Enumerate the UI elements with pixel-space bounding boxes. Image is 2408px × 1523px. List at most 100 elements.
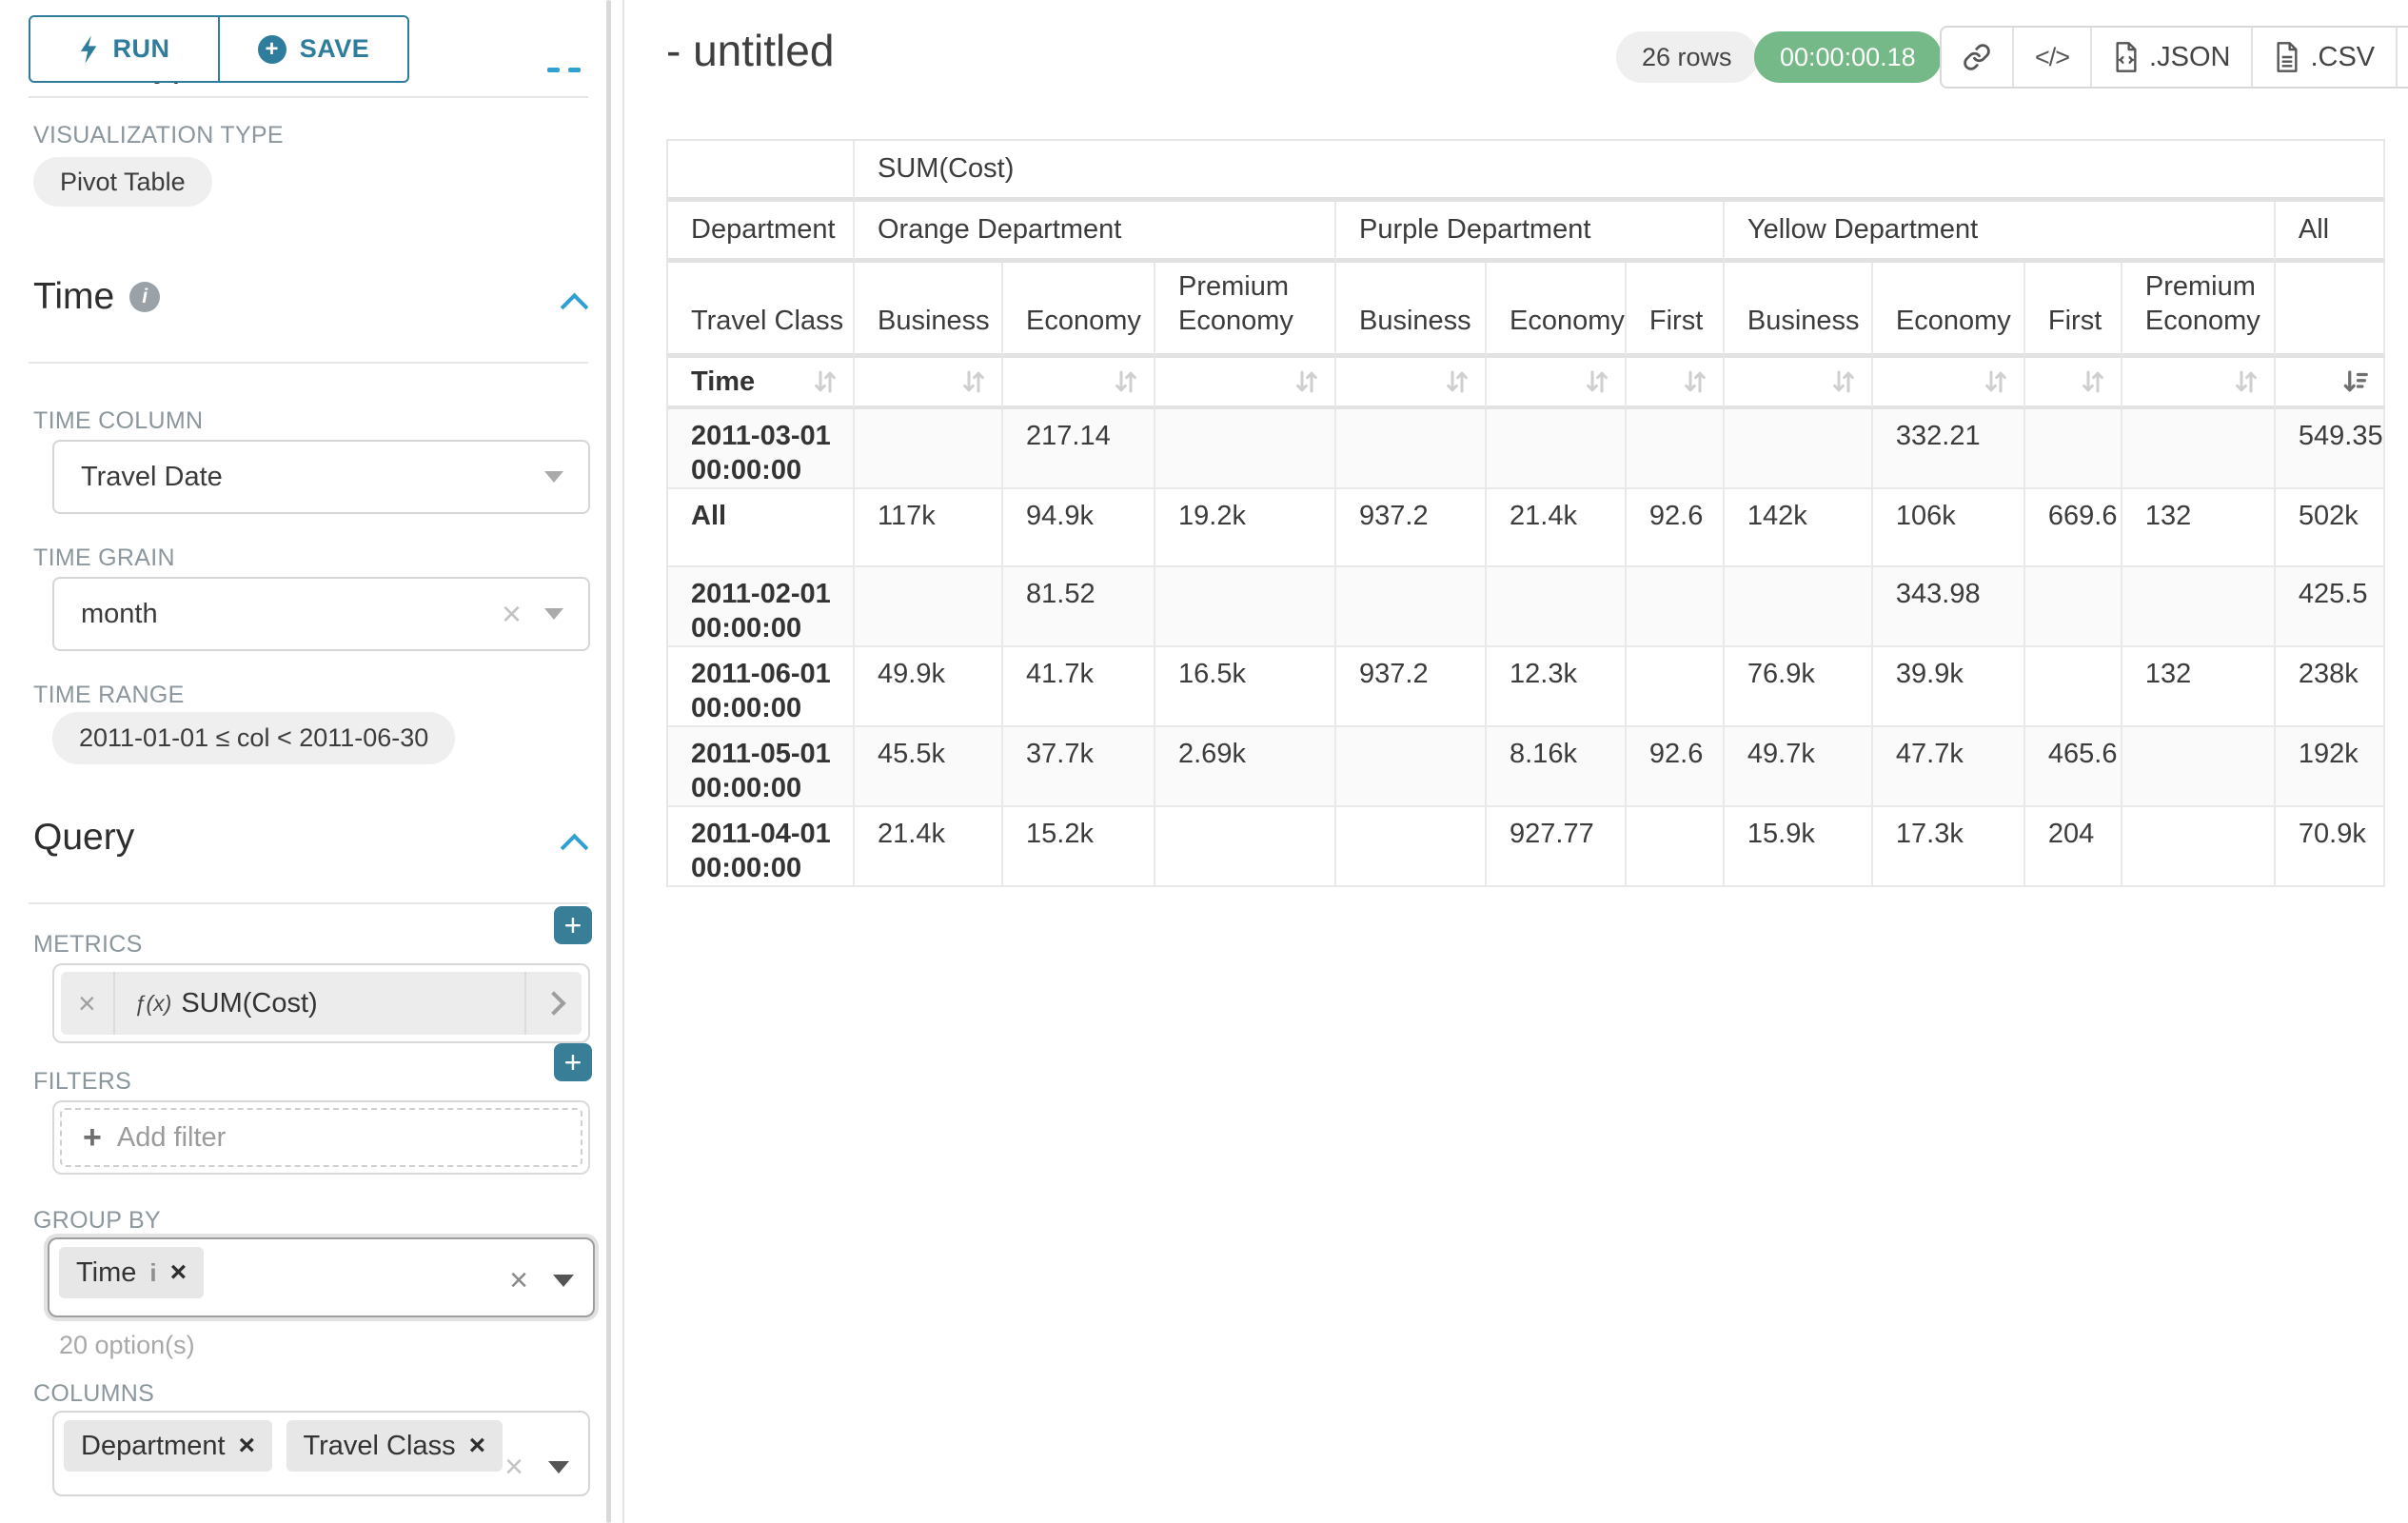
pivot-cell <box>1627 409 1725 489</box>
pivot-cell <box>1155 409 1336 489</box>
chevron-up-icon[interactable] <box>561 834 589 862</box>
sort-header-cell[interactable] <box>2025 358 2122 409</box>
save-button-label: SAVE <box>300 34 370 64</box>
sort-icon <box>1112 367 1140 396</box>
run-button-label: RUN <box>113 34 170 64</box>
pivot-cell <box>855 409 1003 489</box>
pivot-cell: 16.5k <box>1155 647 1336 727</box>
clear-icon[interactable]: × <box>504 1451 523 1483</box>
add-filter-dropzone[interactable]: + Add filter <box>60 1108 582 1167</box>
chip-label: Department <box>81 1431 226 1462</box>
time-range-pill[interactable]: 2011-01-01 ≤ col < 2011-06-30 <box>52 712 455 764</box>
travel-class-cell: Premium Economy <box>2122 263 2276 358</box>
table-row: 2011-06-01 00:00:0049.9k41.7k16.5k937.21… <box>668 647 2385 727</box>
pivot-cell <box>2122 807 2276 887</box>
sort-header-cell[interactable] <box>1725 358 1873 409</box>
visualization-type-pill[interactable]: Pivot Table <box>33 157 212 207</box>
remove-chip-icon[interactable]: × <box>469 1430 486 1462</box>
pivot-cell: 94.9k <box>1003 489 1155 567</box>
metric-header-cell: SUM(Cost) <box>855 141 2385 202</box>
export-csv-button[interactable]: .CSV <box>2251 28 2396 87</box>
remove-chip-icon[interactable]: × <box>239 1430 256 1462</box>
add-metric-button[interactable]: + <box>554 906 592 944</box>
info-icon[interactable]: i <box>149 1258 156 1288</box>
pivot-cell <box>1487 409 1627 489</box>
info-icon[interactable]: i <box>129 282 160 312</box>
expand-metric-button[interactable] <box>524 972 582 1035</box>
chevron-up-icon[interactable] <box>561 293 589 322</box>
columns-label: COLUMNS <box>33 1380 154 1408</box>
sort-header-cell[interactable] <box>2122 358 2276 409</box>
columns-chip-travel-class[interactable]: Travel Class × <box>286 1420 503 1472</box>
department-dim-label: Department <box>668 202 855 263</box>
sort-icon <box>1982 367 2010 396</box>
time-range-label: TIME RANGE <box>33 682 185 709</box>
pivot-cell <box>1155 807 1336 887</box>
group-by-select[interactable]: Time i × × <box>48 1237 595 1317</box>
group-by-label: GROUP BY <box>33 1207 161 1235</box>
sort-header-cell[interactable] <box>1873 358 2025 409</box>
menu-button[interactable] <box>2396 28 2408 87</box>
travel-class-cell: Business <box>1336 263 1487 358</box>
save-button[interactable]: + SAVE <box>219 15 409 83</box>
travel-class-cell: Economy <box>1873 263 2025 358</box>
query-section-title: Query <box>33 817 134 859</box>
time-grain-label: TIME GRAIN <box>33 544 175 572</box>
time-column-select[interactable]: Travel Date <box>52 440 590 514</box>
filters-box: + Add filter <box>52 1100 590 1175</box>
pivot-cell: 81.52 <box>1003 567 1155 647</box>
chevron-down-icon[interactable] <box>548 1461 569 1474</box>
sort-header-cell[interactable] <box>1336 358 1487 409</box>
remove-chip-icon[interactable]: × <box>170 1256 188 1289</box>
add-filter-button[interactable]: + <box>554 1043 592 1081</box>
remove-metric-icon[interactable]: × <box>61 972 115 1035</box>
control-panel: Chart Type RUN + SAVE VISUALIZATION TYPE… <box>0 0 624 1523</box>
json-file-icon <box>2113 42 2140 72</box>
chevron-right-icon <box>542 991 565 1015</box>
plus-circle-icon: + <box>258 35 286 64</box>
pivot-cell: 343.98 <box>1873 567 2025 647</box>
view-query-button[interactable]: </> <box>2012 28 2090 87</box>
share-link-button[interactable] <box>1942 28 2012 87</box>
chart-type-collapse-icon[interactable] <box>568 68 581 72</box>
chart-type-collapse-icon[interactable] <box>547 68 560 72</box>
metric-pill[interactable]: × ƒ(x) SUM(Cost) <box>61 972 582 1035</box>
pivot-cell: 2.69k <box>1155 727 1336 807</box>
pivot-cell: 217.14 <box>1003 409 1155 489</box>
pivot-cell: 8.16k <box>1487 727 1627 807</box>
sort-header-cell[interactable] <box>1627 358 1725 409</box>
sort-header-cell[interactable] <box>2276 358 2385 409</box>
sort-header-time[interactable]: Time <box>668 358 855 409</box>
department-group-cell: Purple Department <box>1336 202 1725 263</box>
pivot-cell: 106k <box>1873 489 2025 567</box>
columns-chip-department[interactable]: Department × <box>64 1420 272 1472</box>
chevron-down-icon[interactable] <box>553 1275 574 1287</box>
time-grain-select[interactable]: month × <box>52 577 590 651</box>
run-button[interactable]: RUN <box>29 15 219 83</box>
sort-header-cell[interactable] <box>1003 358 1155 409</box>
pivot-cell: 12.3k <box>1487 647 1627 727</box>
pivot-cell: 192k <box>2276 727 2385 807</box>
sort-header-cell[interactable] <box>1487 358 1627 409</box>
pivot-cell: 132 <box>2122 647 2276 727</box>
clear-icon[interactable]: × <box>509 1264 528 1296</box>
pivot-cell: 76.9k <box>1725 647 1873 727</box>
sort-header-cell[interactable] <box>1155 358 1336 409</box>
pivot-cell: 204 <box>2025 807 2122 887</box>
time-grain-value: month <box>81 599 502 630</box>
export-json-button[interactable]: .JSON <box>2090 28 2251 87</box>
clear-icon[interactable]: × <box>502 597 522 631</box>
csv-file-icon <box>2274 42 2300 72</box>
chart-title[interactable]: - untitled <box>666 25 834 76</box>
export-toolbar: </> .JSON .CSV <box>1940 26 2408 89</box>
sidebar-scrollbar[interactable] <box>606 0 611 1523</box>
pivot-cell <box>2122 567 2276 647</box>
row-count-badge: 26 rows <box>1616 31 1758 83</box>
travel-class-cell: Economy <box>1487 263 1627 358</box>
time-column-value: Travel Date <box>81 462 544 493</box>
section-divider <box>29 902 588 904</box>
columns-select[interactable]: Department × Travel Class × × <box>52 1411 590 1496</box>
group-by-chip-time[interactable]: Time i × <box>59 1247 204 1298</box>
sort-header-cell[interactable] <box>855 358 1003 409</box>
time-column-label: TIME COLUMN <box>33 407 203 435</box>
